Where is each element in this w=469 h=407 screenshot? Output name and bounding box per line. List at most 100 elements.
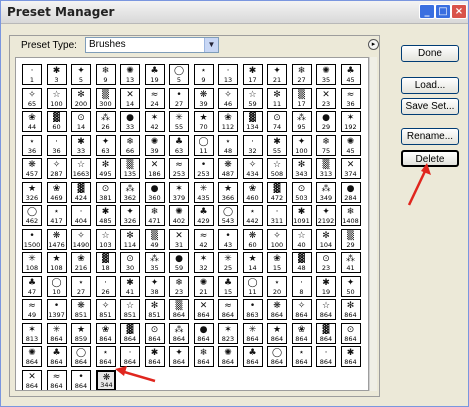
brush-preset-cell[interactable]: ☆ 40	[291, 228, 312, 250]
brush-preset-cell[interactable]: ⊙ 503	[291, 181, 312, 203]
brush-preset-cell[interactable]: · 13	[218, 64, 238, 85]
brush-preset-cell[interactable]: ✺ 21	[193, 275, 214, 297]
brush-preset-cell[interactable]: · 36	[46, 134, 67, 156]
brush-preset-cell[interactable]: ★ 108	[46, 252, 67, 273]
brush-preset-cell[interactable]: ● 284	[340, 181, 361, 203]
brush-preset-cell[interactable]: ⋆ 48	[218, 134, 238, 156]
brush-preset-cell[interactable]: ❀ 864	[291, 322, 312, 344]
brush-preset-cell[interactable]: ⊙ 23	[316, 252, 336, 273]
brush-preset-cell[interactable]: ✧ 287	[46, 158, 67, 179]
brush-preset-cell[interactable]: ✦ 326	[120, 205, 140, 226]
brush-preset-cell[interactable]: ⁂ 864	[169, 322, 189, 344]
brush-preset-cell[interactable]: ❄ 471	[144, 205, 165, 226]
brush-preset-cell[interactable]: ◯ 11	[193, 134, 214, 156]
brush-preset-cell[interactable]: ✶ 379	[169, 181, 189, 203]
brush-preset-cell[interactable]: ♣ 15	[218, 275, 238, 297]
brush-preset-cell[interactable]: ▓ 864	[316, 322, 336, 344]
brush-preset-cell[interactable]: ◯ 5	[169, 64, 189, 85]
brush-preset-cell[interactable]: · 311	[267, 205, 287, 226]
brush-preset-cell[interactable]: ❋ 1476	[46, 228, 67, 250]
brush-preset-cell[interactable]: ❄ 66	[120, 134, 140, 156]
brush-preset-cell[interactable]: ▒ 135	[120, 158, 140, 179]
brush-preset-cell[interactable]: ✻ 104	[316, 228, 336, 250]
brush-preset-cell[interactable]: ▒ 17	[291, 87, 312, 109]
brush-preset-cell[interactable]: ☆ 864	[316, 299, 336, 320]
brush-preset-cell[interactable]: ★ 864	[267, 322, 287, 344]
brush-preset-cell[interactable]: • 253	[193, 158, 214, 179]
brush-preset-cell[interactable]: ✦ 100	[291, 134, 312, 156]
brush-preset-cell[interactable]: ● 360	[144, 181, 165, 203]
brush-preset-cell[interactable]: ✱ 19	[316, 275, 336, 297]
brush-preset-cell[interactable]: ❄ 1408	[340, 205, 361, 226]
brush-preset-cell[interactable]: ⊙ 14	[71, 111, 91, 132]
brush-preset-cell[interactable]: ❀ 15	[267, 252, 287, 273]
brush-preset-cell[interactable]: ❄ 23	[169, 275, 189, 297]
brush-preset-cell[interactable]: ☆ 59	[242, 87, 263, 109]
brush-preset-cell[interactable]: ✺ 13	[120, 64, 140, 85]
brush-preset-cell[interactable]: ▓ 134	[242, 111, 263, 132]
brush-preset-cell[interactable]: ☆ 851	[120, 299, 140, 320]
brush-preset-cell[interactable]: ▒ 864	[169, 299, 189, 320]
brush-preset-cell[interactable]: · 8	[291, 275, 312, 297]
brush-preset-cell[interactable]: ❀ 44	[22, 111, 42, 132]
brush-preset-cell[interactable]: ❄ 75	[316, 134, 336, 156]
brush-preset-cell[interactable]: ⋆ 36	[22, 134, 42, 156]
brush-preset-cell[interactable]: ✧ 864	[291, 299, 312, 320]
brush-preset-cell[interactable]: ◯ 462	[22, 205, 42, 226]
brush-preset-cell[interactable]: ✻ 343	[291, 158, 312, 179]
brush-preset-cell[interactable]: ● 864	[193, 322, 214, 344]
brush-preset-cell[interactable]: ✳ 25	[218, 252, 238, 273]
brush-preset-cell[interactable]: ✱ 41	[120, 275, 140, 297]
brush-preset-cell[interactable]: ≈49	[22, 299, 42, 320]
brush-preset-cell[interactable]: ❋ 39	[193, 87, 214, 109]
brush-preset-cell[interactable]: ❋ 851	[71, 299, 91, 320]
brush-preset-cell[interactable]: ❀ 112	[218, 111, 238, 132]
brush-preset-cell[interactable]: ✕ 14	[120, 87, 140, 109]
brush-preset-cell[interactable]: ✕ 864	[193, 299, 214, 320]
brush-preset-cell[interactable]: · 32	[242, 134, 263, 156]
brush-preset-cell[interactable]: ✳ 864	[46, 322, 67, 344]
brush-preset-cell[interactable]: ≈24	[144, 87, 165, 109]
brush-preset-cell[interactable]: ❋ 457	[22, 158, 42, 179]
brush-preset-cell[interactable]: ≈36	[340, 87, 361, 109]
brush-preset-cell[interactable]: ▓ 472	[267, 181, 287, 203]
brush-preset-cell[interactable]: ✶ 192	[340, 111, 361, 132]
brush-preset-cell[interactable]: ✳ 435	[193, 181, 214, 203]
brush-preset-cell[interactable]: ✺ 402	[169, 205, 189, 226]
brush-preset-cell[interactable]: ☆ 508	[267, 158, 287, 179]
brush-preset-cell[interactable]: ❋ 864	[267, 299, 287, 320]
brush-preset-cell[interactable]: ▓ 864	[120, 322, 140, 344]
brush-preset-cell[interactable]: ✦ 50	[340, 275, 361, 297]
brush-preset-cell[interactable]: ❄ 9	[95, 64, 116, 85]
brush-preset-cell[interactable]: ✳ 864	[242, 322, 263, 344]
brush-preset-cell[interactable]: ▒ 313	[316, 158, 336, 179]
brush-preset-cell[interactable]: ✧ 100	[267, 228, 287, 250]
brush-preset-cell[interactable]: ✺ 864	[218, 346, 238, 367]
brush-preset-cell[interactable]: • 43	[218, 228, 238, 250]
brush-preset-cell[interactable]: · 1	[22, 64, 42, 85]
brush-preset-cell[interactable]: ⁂ 349	[316, 181, 336, 203]
brush-preset-cell[interactable]: ♣ 19	[144, 64, 165, 85]
brush-preset-cell[interactable]: ✺ 45	[340, 134, 361, 156]
done-button[interactable]: Done	[401, 45, 459, 62]
brush-preset-cell[interactable]: ⋆ 9	[193, 64, 214, 85]
brush-preset-cell[interactable]: ★ 70	[193, 111, 214, 132]
brush-preset-cell[interactable]: ◯ 10	[46, 275, 67, 297]
brush-preset-cell[interactable]: ★ 14	[242, 252, 263, 273]
brush-preset-cell[interactable]: ⁂ 35	[144, 252, 165, 273]
grid-scrollbar[interactable]	[369, 57, 377, 391]
brush-preset-cell[interactable]: ❄ 864	[193, 346, 214, 367]
brush-preset-cell[interactable]: ▓ 48	[291, 252, 312, 273]
brush-preset-cell[interactable]: ❀ 469	[46, 181, 67, 203]
brush-preset-cell[interactable]: ▓ 60	[46, 111, 67, 132]
brush-preset-cell[interactable]: • 1500	[22, 228, 42, 250]
brush-preset-cell[interactable]: ● 59	[169, 252, 189, 273]
brush-preset-cell[interactable]: ☆ 103	[95, 228, 116, 250]
brush-preset-cell[interactable]: ✶ 42	[144, 111, 165, 132]
brush-preset-cell[interactable]: ✻ 495	[95, 158, 116, 179]
brush-preset-cell[interactable]: ✱ 3	[46, 64, 67, 85]
brush-preset-cell[interactable]: ◯ 11	[242, 275, 263, 297]
brush-preset-cell[interactable]: ✦ 21	[267, 64, 287, 85]
minimize-button[interactable]: _	[419, 4, 435, 19]
brush-preset-cell[interactable]: ✶ 823	[218, 322, 238, 344]
